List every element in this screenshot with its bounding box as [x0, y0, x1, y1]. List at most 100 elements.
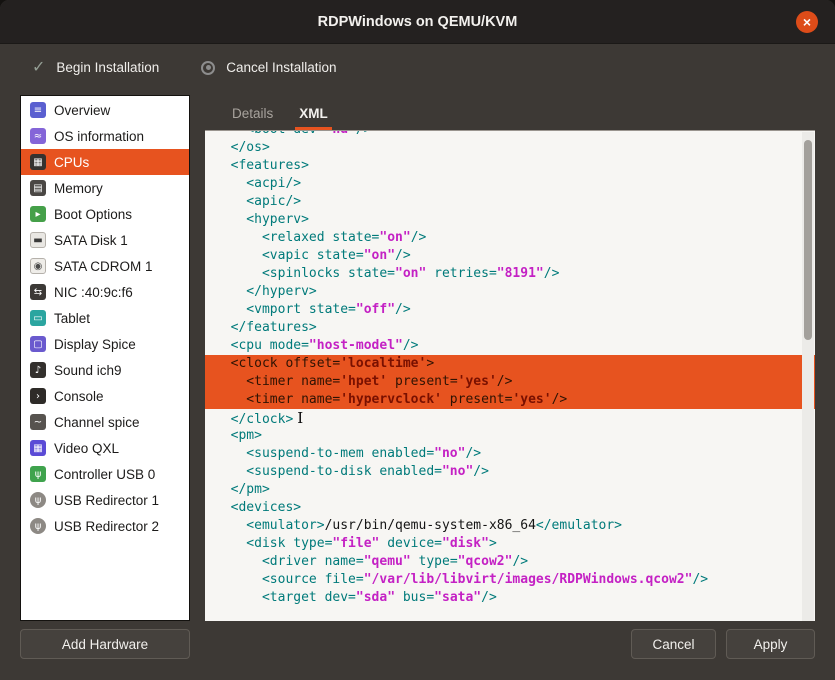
sidebar-item-label: Overview	[54, 103, 110, 118]
code-line: <acpi/>	[205, 175, 815, 193]
code-line: <cpu mode="host-model"/>	[205, 337, 815, 355]
code-line: <suspend-to-mem enabled="no"/>	[205, 445, 815, 463]
sidebar-item-label: USB Redirector 1	[54, 493, 159, 508]
hardware-list: Overview OS information CPUs Memory Boot Opt…	[20, 95, 190, 621]
toolbar: ✓ Begin Installation Cancel Installation	[0, 45, 835, 90]
code-line: <suspend-to-disk enabled="no"/>	[205, 463, 815, 481]
channel-icon	[30, 414, 46, 430]
sidebar-item-label: Controller USB 0	[54, 467, 155, 482]
code-line: </clock>I	[205, 409, 815, 427]
check-icon: ✓	[32, 60, 45, 76]
code-line: <apic/>	[205, 193, 815, 211]
sidebar-item-controller-usb-0[interactable]: Controller USB 0	[21, 461, 189, 487]
code-line: <devices>	[205, 499, 815, 517]
code-line: </features>	[205, 319, 815, 337]
usb-controller-icon	[30, 466, 46, 482]
code-line: <timer name='hpet' present='yes'/>	[205, 373, 815, 391]
sidebar-item-label: Video QXL	[54, 441, 119, 456]
begin-installation-button[interactable]: ✓ Begin Installation	[32, 60, 159, 76]
code-line: <boot dev='hd'/>	[205, 130, 815, 139]
sidebar-item-video-qxl[interactable]: Video QXL	[21, 435, 189, 461]
begin-installation-label: Begin Installation	[56, 60, 159, 75]
sidebar-item-label: Sound ich9	[54, 363, 122, 378]
tab-xml[interactable]: XML	[286, 96, 341, 130]
code-line: <target dev="sda" bus="sata"/>	[205, 589, 815, 607]
code-line: <timer name='hypervclock' present='yes'/…	[205, 391, 815, 409]
video-icon	[30, 440, 46, 456]
titlebar[interactable]: RDPWindows on QEMU/KVM ×	[0, 0, 835, 44]
cancel-installation-label: Cancel Installation	[226, 60, 336, 75]
sidebar-item-memory[interactable]: Memory	[21, 175, 189, 201]
scrollbar[interactable]	[802, 132, 814, 621]
cancel-button[interactable]: Cancel	[631, 629, 716, 659]
cdrom-icon	[30, 258, 46, 274]
tab-xml-label: XML	[299, 106, 328, 121]
sidebar-item-tablet[interactable]: Tablet	[21, 305, 189, 331]
overview-icon	[30, 102, 46, 118]
vm-details-window: RDPWindows on QEMU/KVM × ✓ Begin Install…	[0, 0, 835, 680]
code-line: <source file="/var/lib/libvirt/images/RD…	[205, 571, 815, 589]
sidebar-item-overview[interactable]: Overview	[21, 97, 189, 123]
sidebar-item-label: Channel spice	[54, 415, 140, 430]
sidebar-item-label: Memory	[54, 181, 103, 196]
usb-redirector-icon	[30, 518, 46, 534]
tab-details[interactable]: Details	[219, 96, 286, 130]
xml-editor[interactable]: <boot dev='hd'/> </os> <features> <acpi/…	[205, 130, 815, 621]
sidebar-item-os-information[interactable]: OS information	[21, 123, 189, 149]
sidebar-item-label: Boot Options	[54, 207, 132, 222]
sidebar-item-label: SATA Disk 1	[54, 233, 128, 248]
code-line: <disk type="file" device="disk">	[205, 535, 815, 553]
sidebar-item-nic-40-9c-f6[interactable]: NIC :40:9c:f6	[21, 279, 189, 305]
close-button[interactable]: ×	[796, 11, 818, 33]
sidebar-item-display-spice[interactable]: Display Spice	[21, 331, 189, 357]
cpu-icon	[30, 154, 46, 170]
code-line: <spinlocks state="on" retries="8191"/>	[205, 265, 815, 283]
os-info-icon	[30, 128, 46, 144]
tab-details-label: Details	[232, 106, 273, 121]
code-line: <clock offset='localtime'>	[205, 355, 815, 373]
code-line: <vmport state="off"/>	[205, 301, 815, 319]
display-icon	[30, 336, 46, 352]
record-circle-icon	[201, 61, 215, 75]
code-line: </hyperv>	[205, 283, 815, 301]
scrollbar-thumb[interactable]	[804, 140, 812, 340]
memory-icon	[30, 180, 46, 196]
tab-bar: Details XML	[205, 96, 815, 130]
sidebar-item-sata-cdrom-1[interactable]: SATA CDROM 1	[21, 253, 189, 279]
apply-button[interactable]: Apply	[726, 629, 815, 659]
window-title: RDPWindows on QEMU/KVM	[318, 14, 518, 30]
code-line: </os>	[205, 139, 815, 157]
sidebar-item-label: NIC :40:9c:f6	[54, 285, 133, 300]
sidebar-item-usb-redirector-1[interactable]: USB Redirector 1	[21, 487, 189, 513]
sidebar-item-label: Tablet	[54, 311, 90, 326]
code-line: <pm>	[205, 427, 815, 445]
code-line: </pm>	[205, 481, 815, 499]
code-line: <vapic state="on"/>	[205, 247, 815, 265]
sidebar-item-label: OS information	[54, 129, 144, 144]
code-line: <driver name="qemu" type="qcow2"/>	[205, 553, 815, 571]
cancel-installation-button[interactable]: Cancel Installation	[201, 60, 336, 75]
sidebar-item-channel-spice[interactable]: Channel spice	[21, 409, 189, 435]
sidebar-item-usb-redirector-2[interactable]: USB Redirector 2	[21, 513, 189, 539]
code-line: <features>	[205, 157, 815, 175]
disk-icon	[30, 232, 46, 248]
sidebar-item-sound-ich9[interactable]: Sound ich9	[21, 357, 189, 383]
nic-icon	[30, 284, 46, 300]
code-line: <emulator>/usr/bin/qemu-system-x86_64</e…	[205, 517, 815, 535]
tablet-icon	[30, 310, 46, 326]
usb-redirector-icon	[30, 492, 46, 508]
sidebar-item-cpus[interactable]: CPUs	[21, 149, 189, 175]
boot-icon	[30, 206, 46, 222]
sidebar-item-label: Console	[54, 389, 104, 404]
xml-code: <boot dev='hd'/> </os> <features> <acpi/…	[205, 130, 815, 607]
text-cursor-ibeam: I	[297, 409, 303, 427]
sidebar-item-console[interactable]: Console	[21, 383, 189, 409]
sidebar-item-label: SATA CDROM 1	[54, 259, 153, 274]
sidebar-item-sata-disk-1[interactable]: SATA Disk 1	[21, 227, 189, 253]
code-line: <hyperv>	[205, 211, 815, 229]
sidebar-item-label: CPUs	[54, 155, 89, 170]
sidebar-item-boot-options[interactable]: Boot Options	[21, 201, 189, 227]
sidebar-item-label: USB Redirector 2	[54, 519, 159, 534]
add-hardware-button[interactable]: Add Hardware	[20, 629, 190, 659]
code-line: <relaxed state="on"/>	[205, 229, 815, 247]
